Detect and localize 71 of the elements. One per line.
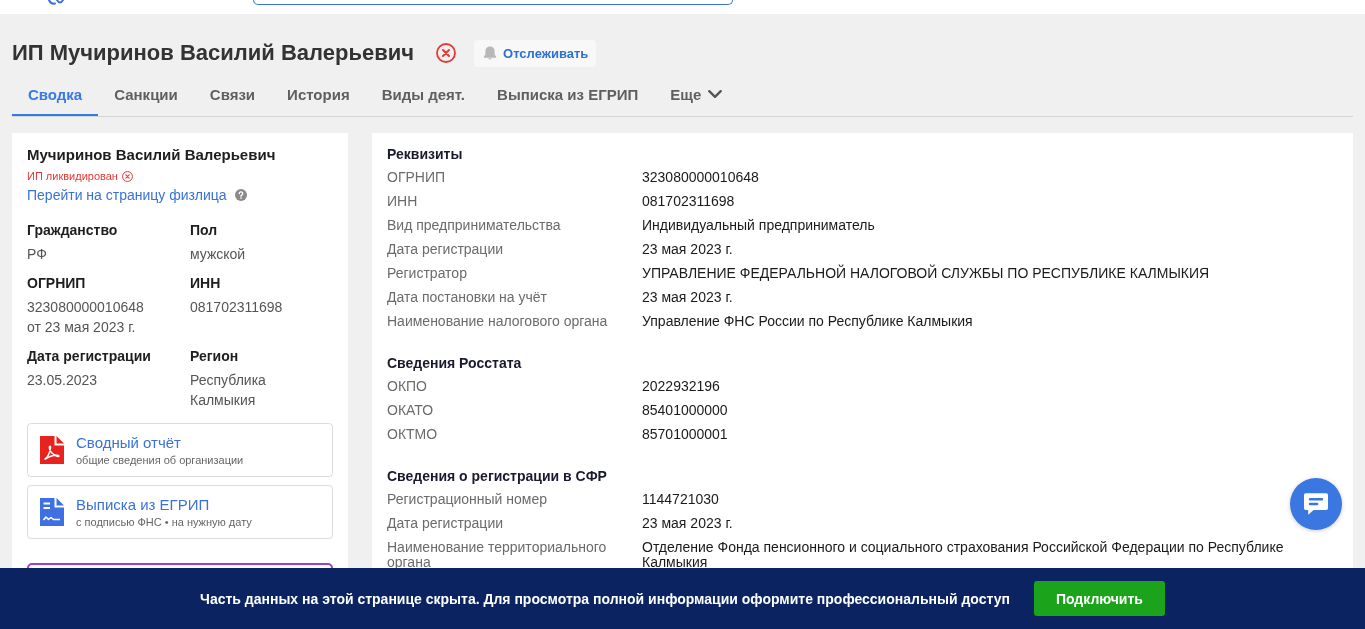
bell-icon xyxy=(483,46,497,60)
field-note: от 23 мая 2023 г. xyxy=(27,318,137,337)
detail-value: Индивидуальный предприниматель xyxy=(642,217,875,233)
logo-icon[interactable] xyxy=(48,0,64,5)
section-heading: Сведения о регистрации в СФР xyxy=(387,467,608,485)
detail-label: ОГРНИП xyxy=(387,169,446,185)
track-button[interactable]: Отслеживать xyxy=(474,39,597,67)
document-description: общие сведения об организации xyxy=(76,452,244,468)
more-tab[interactable]: Еще xyxy=(654,74,739,116)
detail-value: 23 мая 2023 г. xyxy=(642,241,733,257)
tab[interactable]: История xyxy=(271,74,366,116)
chat-icon xyxy=(1304,493,1328,515)
chevron-down-icon xyxy=(708,90,723,98)
section-heading: Сведения Росстата xyxy=(387,354,523,372)
signed-document-icon xyxy=(40,498,64,526)
detail-label: Регистрационный номер xyxy=(387,491,547,507)
detail-value: Управление ФНС России по Республике Калмыкия xyxy=(642,313,973,329)
help-icon[interactable] xyxy=(234,189,247,201)
field-label: ИНН xyxy=(190,274,222,292)
document-card[interactable]: Выписка из ЕГРИП с подписью ФНС • на нужную дату xyxy=(27,485,333,539)
detail-label: Дата регистрации xyxy=(387,241,504,257)
detail-label: Наименование территориального органа xyxy=(387,539,608,570)
tab[interactable]: Санкции xyxy=(98,74,194,116)
tab[interactable]: Связи xyxy=(193,74,272,116)
detail-value: Отделение Фонда пенсионного и социального страхования Российской Федерации по Республике Калмыкия xyxy=(642,539,1285,570)
person-name: Мучиринов Василий Валерьевич xyxy=(27,145,277,165)
tab[interactable]: Виды деят. xyxy=(365,74,482,116)
status-text: ИП ликвидирован xyxy=(27,169,118,183)
detail-label: ИНН xyxy=(387,193,418,209)
detail-label: ОКПО xyxy=(387,378,427,394)
detail-value: 323080000010648 xyxy=(642,169,759,185)
detail-label: ОКАТО xyxy=(387,402,434,418)
document-description: с подписью ФНС • на нужную дату xyxy=(76,514,252,530)
tab[interactable]: Выписка из ЕГРИП xyxy=(481,74,655,116)
detail-label: Регистратор xyxy=(387,265,467,281)
cross-circle-icon xyxy=(121,170,133,182)
detail-label: Наименование налогового органа xyxy=(387,313,608,329)
tab[interactable]: Сводка xyxy=(12,74,99,116)
field-label: Дата регистрации xyxy=(27,347,152,365)
field-value: Республика Калмыкия xyxy=(190,371,267,410)
detail-value: УПРАВЛЕНИЕ ФЕДЕРАЛЬНОЙ НАЛОГОВОЙ СЛУЖБЫ ПО РЕСПУБЛИКЕ КАЛМЫКИЯ xyxy=(642,265,1210,281)
cross-circle-icon xyxy=(436,43,456,63)
detail-value: 23 мая 2023 г. xyxy=(642,289,733,305)
detail-value: 081702311698 xyxy=(642,193,735,209)
detail-label: Дата регистрации xyxy=(387,515,504,531)
field-value: 323080000010648 xyxy=(27,298,145,317)
field-label: Гражданство xyxy=(27,221,119,239)
detail-value: 85401000000 xyxy=(642,402,728,418)
pdf-file-icon xyxy=(40,436,64,464)
person-page-link[interactable]: Перейти на страницу физлица xyxy=(27,186,227,204)
field-value: мужской xyxy=(190,245,247,264)
detail-value: 1144721030 xyxy=(642,491,719,507)
detail-value: 2022932196 xyxy=(642,378,720,394)
detail-label: Вид предпринимательства xyxy=(387,217,561,233)
field-value: РФ xyxy=(27,245,48,264)
detail-value: 23 мая 2023 г. xyxy=(642,515,733,531)
detail-label: ОКТМО xyxy=(387,426,438,442)
detail-label: Дата постановки на учёт xyxy=(387,289,547,305)
section-heading: Реквизиты xyxy=(387,145,464,163)
field-label: Регион xyxy=(190,347,240,365)
page-title: ИП Мучиринов Василий Валерьевич xyxy=(12,39,414,67)
banner-message: Часть данных на этой странице скрыта. Для просмотра полной информации оформите профессиональный доступ xyxy=(200,590,1010,607)
document-card[interactable]: Сводный отчёт общие сведения об организации xyxy=(27,423,333,477)
field-value: 23.05.2023 xyxy=(27,371,99,390)
document-link[interactable]: Выписка из ЕГРИП xyxy=(76,494,252,515)
field-value: 081702311698 xyxy=(190,298,284,317)
document-link[interactable]: Сводный отчёт xyxy=(76,432,244,453)
field-label: ОГРНИП xyxy=(27,274,87,292)
field-label: Пол xyxy=(190,221,219,239)
detail-value: 85701000001 xyxy=(642,426,728,442)
connect-button[interactable]: Подключить xyxy=(1033,581,1165,616)
